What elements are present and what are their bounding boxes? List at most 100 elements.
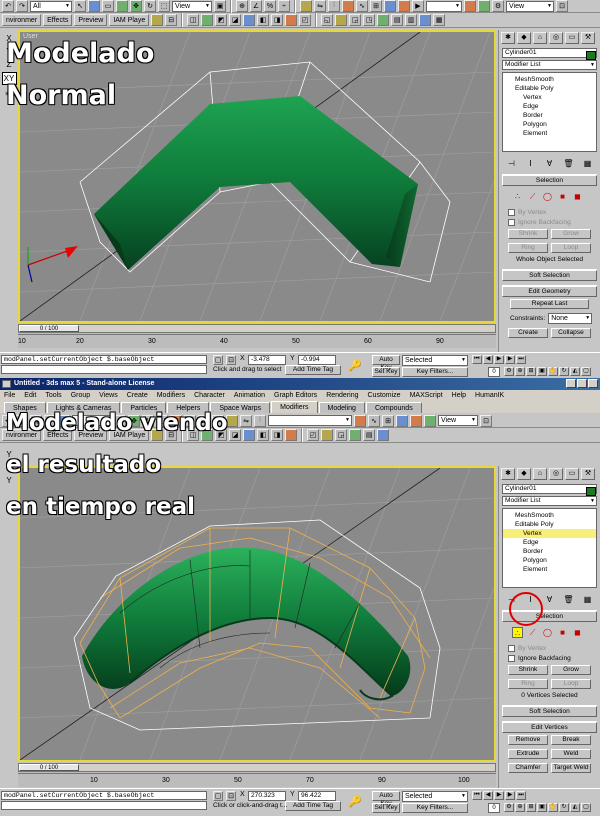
maxscript-output[interactable] (1, 365, 207, 374)
edge-mode-icon[interactable]: ⟋ (527, 627, 538, 638)
prev-frame-icon[interactable]: ◀ (483, 355, 493, 364)
named-selection-icon[interactable] (300, 0, 312, 12)
configure-sets-icon[interactable]: ▦ (582, 159, 594, 168)
stack-item-vertex[interactable]: Vertex (503, 93, 596, 102)
border-mode-icon[interactable]: ◯ (542, 191, 553, 202)
time-slider[interactable]: 0 / 100 (18, 324, 496, 333)
toolbar-icon-t[interactable]: ▦ (433, 14, 446, 26)
stack-item-polygon[interactable]: Polygon (503, 556, 596, 565)
selection-rollout-header[interactable]: Selection (502, 175, 597, 186)
selected-combo[interactable]: Selected (402, 791, 468, 802)
minimize-icon[interactable] (566, 379, 576, 388)
toolbar-icon-l[interactable]: ◱ (321, 14, 334, 26)
goto-start-icon[interactable]: ⏮ (472, 355, 482, 364)
tab-iam-player[interactable]: IAM Playe (109, 14, 150, 26)
ignore-backfacing-checkbox[interactable]: Ignore Backfacing (502, 217, 597, 227)
y-coordinate[interactable]: -0.994 (298, 355, 336, 365)
curve-editor-icon[interactable]: ∿ (356, 0, 368, 12)
pan-icon[interactable]: ✋ (548, 803, 558, 812)
toolbar-icon-g[interactable] (243, 429, 256, 441)
current-frame-field[interactable]: 0 (488, 803, 500, 813)
configure-sets-icon[interactable]: ▦ (582, 595, 594, 604)
time-config-icon[interactable]: ⚙ (504, 367, 514, 376)
schematic-icon[interactable]: ⊞ (370, 0, 382, 12)
menu-create[interactable]: Create (127, 390, 148, 401)
zoom-extents-icon[interactable]: ▣ (537, 803, 547, 812)
menu-humanik[interactable]: HumanIK (475, 390, 504, 401)
align-icon[interactable]: ⫶ (328, 0, 340, 12)
polygon-mode-icon[interactable]: ■ (557, 191, 568, 202)
time-config-icon[interactable]: ⚙ (504, 803, 514, 812)
named-selection-combo[interactable] (268, 415, 352, 426)
lock-selection-icon[interactable]: ▢ (213, 791, 223, 801)
stack-item-editable-poly[interactable]: Editable Poly (503, 84, 596, 93)
extra-icon[interactable]: ⊡ (556, 0, 568, 12)
shrink-button[interactable]: Shrink (508, 665, 548, 675)
shrink-button[interactable]: Shrink (508, 229, 548, 239)
toolbar-icon-a[interactable] (151, 14, 164, 26)
scale-icon[interactable]: ⬚ (158, 0, 170, 12)
zoom-all-icon[interactable]: ⊞ (526, 367, 536, 376)
layer-icon[interactable] (354, 414, 366, 427)
orbit-icon[interactable]: ↻ (559, 803, 569, 812)
zoom-icon[interactable]: ⊕ (515, 803, 525, 812)
menu-file[interactable]: File (4, 390, 15, 401)
stack-item-meshsmooth[interactable]: MeshSmooth (503, 75, 596, 84)
stack-item-edge[interactable]: Edge (503, 102, 596, 111)
rotate-icon[interactable]: ↻ (144, 0, 156, 12)
make-unique-icon[interactable]: ∀ (544, 595, 556, 604)
object-color-swatch[interactable] (586, 487, 596, 496)
crossing-icon[interactable] (116, 0, 128, 12)
toolbar-icon-f[interactable]: ◪ (229, 429, 242, 441)
loop-button[interactable]: Loop (551, 243, 591, 253)
remove-modifier-icon[interactable]: 🗑 (563, 595, 575, 604)
toolbar-icon-i[interactable]: ◨ (271, 429, 284, 441)
vertex-mode-icon[interactable]: ∴ (512, 191, 523, 202)
modify-tab-icon[interactable]: ◆ (517, 468, 531, 480)
grow-button[interactable]: Grow (551, 229, 591, 239)
quick-render-icon[interactable] (424, 414, 436, 427)
set-key-button[interactable]: Set Key (372, 803, 400, 813)
quick-render-icon[interactable]: ▶ (412, 0, 424, 12)
toolbar-icon-o[interactable]: ◳ (363, 14, 376, 26)
maxscript-listener[interactable]: modPanel.setCurrentObject $.baseObject (1, 791, 207, 800)
extra-icon[interactable]: ⊡ (480, 414, 492, 427)
pin-stack-icon[interactable]: ⊣ (506, 159, 518, 168)
redo-icon[interactable]: ↷ (16, 0, 28, 12)
loop-button[interactable]: Loop (551, 679, 591, 689)
element-mode-icon[interactable]: ◼ (572, 191, 583, 202)
absolute-mode-icon[interactable]: ⊡ (226, 355, 236, 365)
rect-select-icon[interactable]: ▭ (102, 0, 114, 12)
modifier-list-combo[interactable]: Modifier List (502, 496, 597, 506)
polygon-mode-icon[interactable]: ■ (557, 627, 568, 638)
toolbar-icon-b[interactable]: ⊟ (165, 14, 178, 26)
modifier-list-combo[interactable]: Modifier List (502, 60, 597, 70)
motion-tab-icon[interactable]: ◎ (549, 468, 563, 480)
toolbar-icon-e[interactable]: ◩ (215, 14, 228, 26)
selected-combo[interactable]: Selected (402, 355, 468, 366)
stack-item-meshsmooth[interactable]: MeshSmooth (503, 511, 596, 520)
add-time-tag-button[interactable]: Add Time Tag (285, 801, 341, 811)
toolbar-icon-c[interactable]: ◫ (187, 14, 200, 26)
close-icon[interactable] (588, 379, 598, 388)
play-icon[interactable]: ▶ (494, 791, 504, 800)
soft-selection-header[interactable]: Soft Selection (502, 270, 597, 281)
time-slider[interactable]: 0 / 100 (18, 763, 496, 772)
create-tab-icon[interactable]: ✱ (501, 32, 515, 44)
curve-editor-icon[interactable]: ∿ (368, 414, 380, 427)
by-vertex-checkbox[interactable]: By Vertex (502, 207, 597, 217)
toolbar-icon-p[interactable] (377, 429, 390, 441)
stack-item-element[interactable]: Element (503, 129, 596, 138)
key-filters-button[interactable]: Key Filters... (402, 367, 468, 377)
goto-end-icon[interactable]: ⏭ (516, 791, 526, 800)
selection-filter-combo[interactable]: All (30, 0, 72, 12)
target-weld-button[interactable]: Target Weld (551, 763, 591, 773)
time-slider-thumb[interactable]: 0 / 100 (19, 764, 79, 771)
toolbar-icon-s[interactable] (419, 14, 432, 26)
menu-help[interactable]: Help (452, 390, 466, 401)
weld-button[interactable]: Weld (551, 749, 591, 759)
toolbar-icon-f[interactable]: ◪ (229, 14, 242, 26)
toolbar-icon-q[interactable]: ▤ (391, 14, 404, 26)
toolbar-icon-n[interactable]: ◲ (349, 14, 362, 26)
ring-button[interactable]: Ring (508, 243, 548, 253)
